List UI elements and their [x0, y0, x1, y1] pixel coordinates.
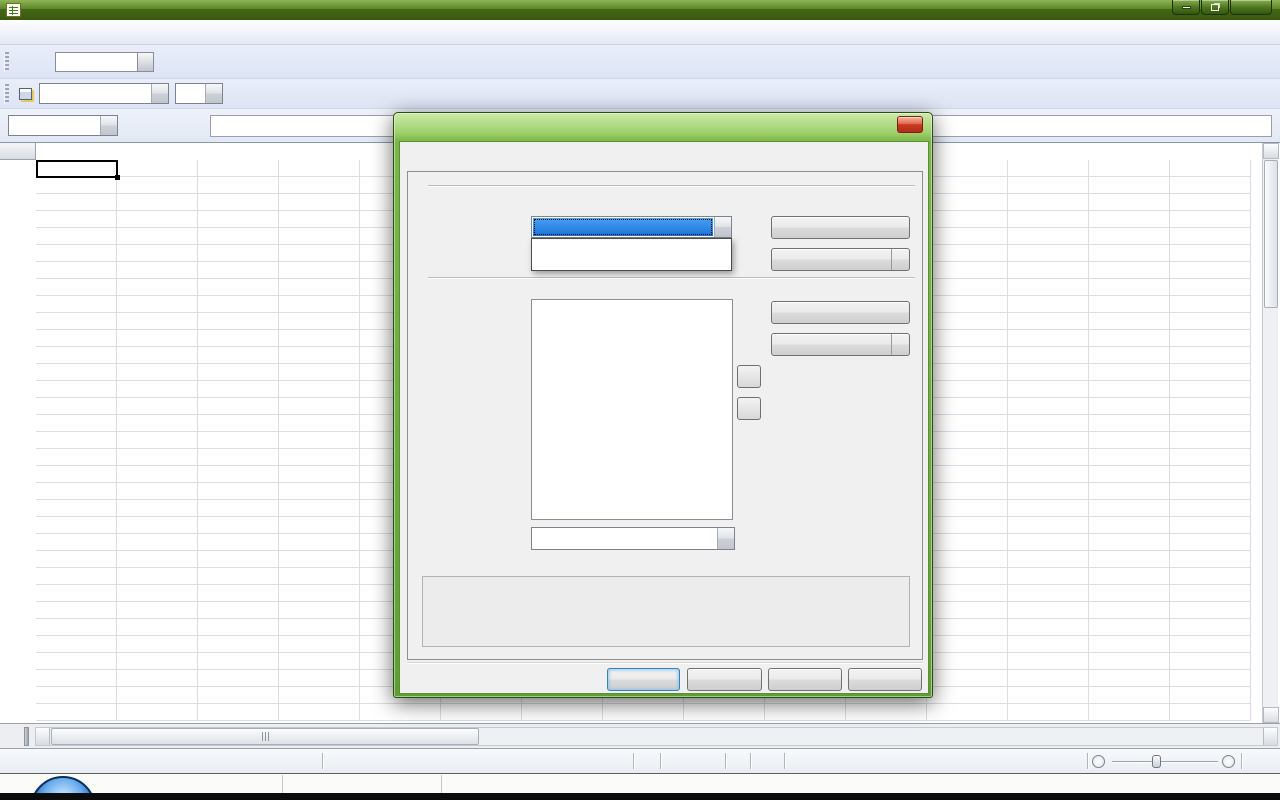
menu-button-dropdown-icon[interactable]: [891, 249, 909, 270]
zoom-in-icon[interactable]: [1222, 755, 1235, 768]
menu-bar: [0, 20, 1280, 45]
menus-group-label: [421, 185, 915, 187]
save-in-value: [532, 528, 717, 549]
scroll-up-icon[interactable]: [1263, 143, 1279, 159]
modify-button-dropdown-icon[interactable]: [891, 334, 909, 355]
close-button[interactable]: [1230, 0, 1272, 15]
zoom-slider-track[interactable]: [1112, 761, 1218, 763]
entries-listbox[interactable]: [531, 299, 733, 520]
name-box[interactable]: [8, 115, 118, 136]
font-size-combo[interactable]: [175, 83, 223, 104]
sum-icon[interactable]: [150, 115, 174, 137]
restore-button[interactable]: [1201, 0, 1229, 15]
standard-toolbar: [0, 45, 1280, 79]
find-toolbar: [55, 51, 188, 73]
title-bar: [0, 0, 1280, 20]
help-button[interactable]: [768, 668, 842, 691]
formatting-toolbar: [0, 79, 1280, 109]
modify-button[interactable]: [771, 333, 910, 356]
status-bar: [0, 748, 1280, 773]
scroll-down-icon[interactable]: [1263, 707, 1279, 723]
horizontal-scrollbar-thumb[interactable]: [51, 728, 479, 745]
fill-handle[interactable]: [115, 175, 120, 180]
cancel-button[interactable]: [687, 668, 762, 691]
font-size-value: [176, 84, 205, 103]
tab-splitter-handle[interactable]: [24, 727, 29, 746]
description-box: [422, 576, 910, 647]
menus-tab-panel: [407, 171, 923, 660]
toolbar-overflow-icon[interactable]: [16, 51, 29, 73]
document-close-icon[interactable]: [1258, 25, 1272, 39]
menu-combo-selection: [533, 218, 713, 236]
dialog-separator: [407, 662, 923, 664]
new-button[interactable]: [771, 216, 910, 239]
find-input[interactable]: [55, 52, 137, 72]
zoom-out-icon[interactable]: [1092, 755, 1105, 768]
dialog-body: [399, 141, 929, 694]
move-down-button[interactable]: [737, 397, 761, 420]
font-name-value: [40, 84, 151, 103]
function-icon[interactable]: [178, 115, 202, 137]
app-icon: [6, 3, 21, 17]
toolbar-grip[interactable]: [4, 52, 9, 72]
minimize-button[interactable]: [1172, 0, 1200, 15]
selection-mode-status[interactable]: [660, 749, 725, 773]
zoom-slider-thumb[interactable]: [1152, 755, 1161, 768]
function-wizard-icon[interactable]: [122, 115, 146, 137]
select-all-corner[interactable]: [0, 143, 36, 160]
vertical-scrollbar-thumb[interactable]: [1264, 160, 1278, 308]
font-name-combo[interactable]: [39, 83, 169, 104]
menu-button[interactable]: [771, 248, 910, 271]
find-toolbar-overflow-icon[interactable]: [175, 51, 188, 73]
ok-button[interactable]: [607, 668, 680, 691]
add-button[interactable]: [771, 301, 910, 324]
styles-window-icon: [16, 85, 34, 103]
save-in-dropdown-icon[interactable]: [717, 528, 734, 549]
scroll-right-icon[interactable]: [1263, 728, 1277, 745]
column-headers: [0, 143, 36, 160]
vertical-scrollbar[interactable]: [1262, 143, 1278, 723]
selected-cell[interactable]: [36, 160, 118, 178]
menu-content-group-label: [421, 277, 915, 279]
cell-reference: [9, 116, 100, 135]
move-up-button[interactable]: [737, 365, 761, 388]
customize-dialog: [393, 112, 933, 698]
save-in-combo[interactable]: [531, 527, 735, 550]
horizontal-scrollbar[interactable]: [35, 727, 1278, 746]
back-button[interactable]: [848, 668, 922, 691]
menu-dropdown-list[interactable]: [531, 238, 732, 271]
sheet-tab-bar: [0, 723, 1280, 748]
toolbar-grip[interactable]: [4, 84, 9, 104]
taskbar: [0, 773, 1280, 800]
format-styles-button[interactable]: [13, 81, 37, 107]
font-size-dropdown-icon[interactable]: [205, 84, 222, 103]
sum-status[interactable]: [784, 749, 1087, 773]
find-dropdown-icon[interactable]: [137, 52, 154, 72]
menu-combo[interactable]: [531, 216, 732, 238]
formatting-toolbar-overflow-icon[interactable]: [234, 83, 247, 105]
font-name-dropdown-icon[interactable]: [151, 84, 168, 103]
name-box-dropdown-icon[interactable]: [100, 116, 117, 135]
scroll-left-icon[interactable]: [36, 728, 50, 745]
dialog-close-icon[interactable]: [897, 116, 923, 133]
window-controls: [1172, 0, 1272, 15]
menu-combo-dropdown-icon[interactable]: [714, 217, 731, 237]
